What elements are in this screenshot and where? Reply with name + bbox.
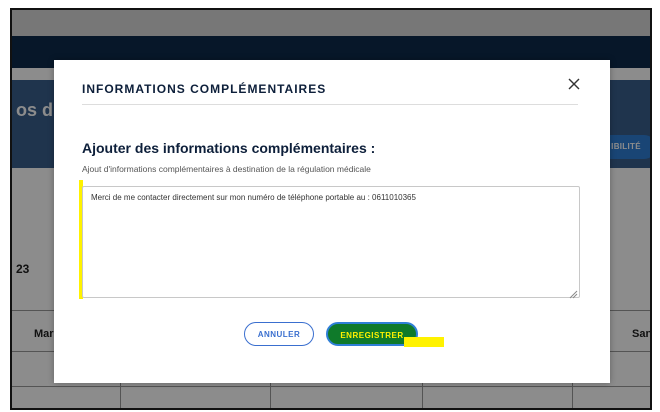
additional-info-textarea[interactable]: [82, 186, 580, 298]
section-subheading: Ajout d'informations complémentaires à d…: [82, 164, 371, 174]
app-screen: os d IBILITÉ 23 Mar San INFORMATIONS COM…: [10, 8, 652, 410]
yellow-highlight-mark: [404, 337, 444, 347]
cancel-button[interactable]: ANNULER: [244, 322, 314, 346]
modal-title: INFORMATIONS COMPLÉMENTAIRES: [82, 82, 327, 96]
section-heading: Ajouter des informations complémentaires…: [82, 140, 376, 156]
resize-grip-icon[interactable]: [568, 286, 578, 299]
close-icon[interactable]: [564, 74, 584, 94]
modal-divider: [82, 104, 578, 105]
additional-info-modal: INFORMATIONS COMPLÉMENTAIRES Ajouter des…: [54, 60, 610, 383]
